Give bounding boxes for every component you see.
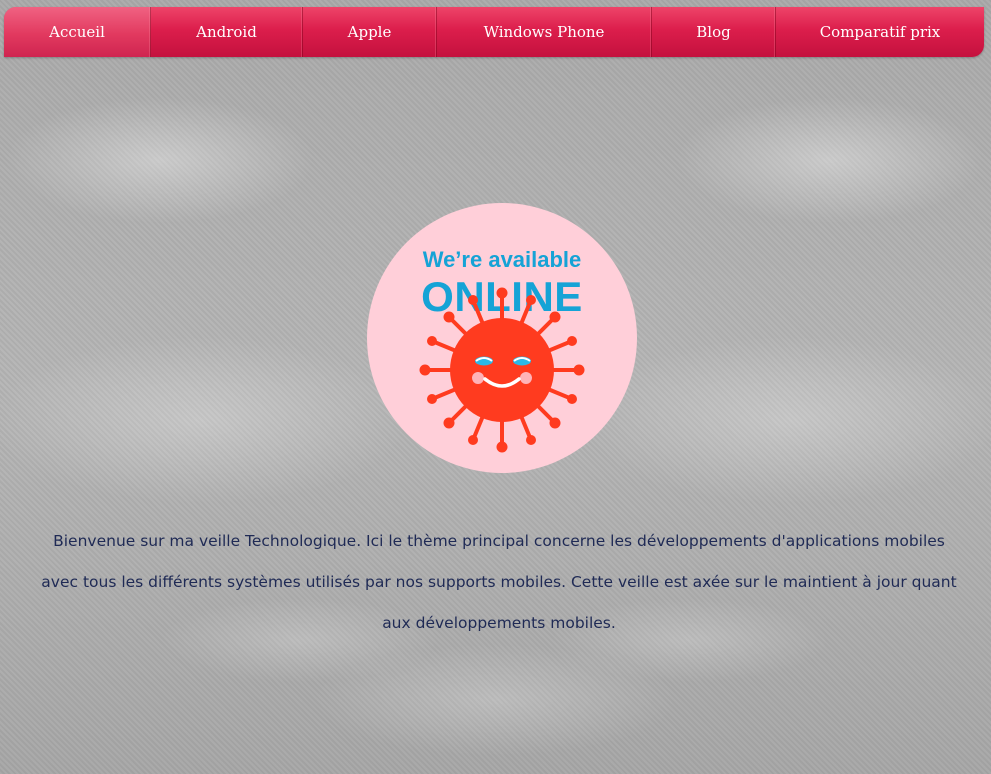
badge-available-text: We’re available — [422, 247, 582, 272]
nav-item-accueil[interactable]: Accueil — [4, 7, 151, 57]
main-nav: Accueil Android Apple Windows Phone Blog… — [4, 7, 984, 57]
nav-item-comparatif-prix[interactable]: Comparatif prix — [776, 7, 984, 57]
nav-item-blog[interactable]: Blog — [652, 7, 776, 57]
online-badge: We’re available ONLINE — [367, 203, 637, 473]
nav-item-android[interactable]: Android — [151, 7, 303, 57]
nav-item-windows-phone[interactable]: Windows Phone — [437, 7, 652, 57]
intro-paragraph: Bienvenue sur ma veille Technologique. I… — [41, 531, 957, 632]
nav-item-apple[interactable]: Apple — [303, 7, 437, 57]
smiling-virus-icon — [419, 287, 585, 453]
